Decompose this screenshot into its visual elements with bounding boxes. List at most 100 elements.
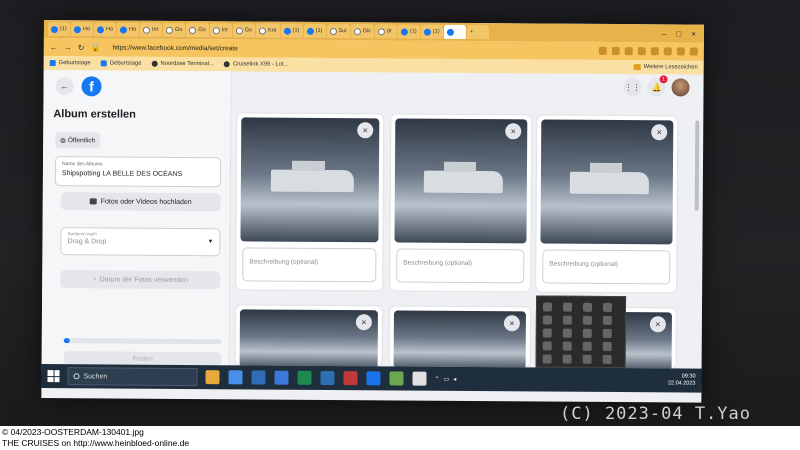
menu-kebab-icon[interactable] (689, 47, 698, 56)
tray-app-icon[interactable] (542, 302, 553, 312)
tray-app-icon[interactable] (562, 302, 573, 312)
browser-tab[interactable]: Glc (350, 24, 374, 39)
upload-label: Fotos oder Videos hochladen (100, 197, 192, 206)
taskbar-app-icon[interactable] (205, 370, 220, 385)
tray-app-icon[interactable] (542, 354, 552, 364)
new-tab-button[interactable]: + (466, 24, 489, 40)
tray-app-icon[interactable] (582, 302, 593, 312)
puzzle-icon[interactable] (663, 47, 672, 56)
browser-tab[interactable]: dr (374, 24, 397, 39)
bookmark-item[interactable]: Geburtstage (100, 60, 142, 67)
browser-tab[interactable]: Ho (93, 22, 117, 37)
album-name-field[interactable]: Name des Albums Shipspotting LA BELLE DE… (54, 156, 222, 188)
taskbar-app-icon[interactable] (228, 370, 243, 385)
clock[interactable]: 09:30 22.04.2023 (668, 374, 696, 387)
bookmark-item[interactable]: Cruiselink X99 - Lot... (223, 61, 289, 68)
url-field[interactable]: https://www.facebook.com/media/set/creat… (112, 44, 237, 52)
taskbar-app-icon[interactable] (389, 371, 404, 386)
volume-icon[interactable]: ◂ (453, 375, 456, 382)
tray-app-icon[interactable] (562, 354, 572, 364)
remove-photo-button[interactable]: × (649, 316, 666, 333)
remove-photo-button[interactable]: × (505, 123, 522, 140)
facebook-icon (306, 27, 314, 35)
other-bookmarks[interactable]: Weitere Lesezeichen (633, 64, 698, 71)
menu-grid-button[interactable]: ⋮⋮ (623, 78, 642, 97)
tray-app-icon[interactable] (562, 328, 572, 338)
browser-tab[interactable]: Int (209, 23, 232, 38)
browser-tab[interactable]: Sul (326, 23, 350, 39)
tray-app-icon[interactable] (602, 302, 613, 312)
reload-icon[interactable]: ↻ (78, 43, 85, 52)
tray-app-icon[interactable] (582, 354, 592, 364)
tray-app-icon[interactable] (542, 341, 552, 351)
taskbar-app-icon[interactable] (297, 370, 312, 385)
taskbar-app-icon[interactable] (412, 371, 427, 386)
avatar[interactable] (671, 78, 690, 97)
taskbar-app-icon[interactable] (274, 370, 289, 385)
browser-tab[interactable]: (1) (397, 24, 420, 39)
bookmark-label: Cruiselink X99 - Lot... (232, 61, 289, 68)
browser-tab[interactable]: (1) (303, 23, 326, 38)
tray-app-icon[interactable] (542, 315, 552, 325)
tray-app-icon[interactable] (602, 315, 612, 325)
remove-photo-button[interactable]: × (357, 122, 374, 139)
windows-start-icon[interactable] (47, 370, 60, 383)
sort-select[interactable]: Sortieren nach Drag & Drop ▼ (60, 227, 221, 257)
browser-tab[interactable]: (1) (280, 23, 303, 38)
remove-photo-button[interactable]: × (651, 124, 668, 141)
tray-app-icon[interactable] (602, 341, 612, 351)
taskbar-app-icon[interactable] (366, 371, 381, 386)
taskbar-search[interactable]: Suchen (67, 367, 198, 387)
browser-tab[interactable]: Go (232, 23, 256, 38)
minimize-icon[interactable]: – (662, 29, 667, 38)
taskbar-app-icon[interactable] (251, 370, 266, 385)
forward-arrow-icon[interactable]: → (64, 43, 72, 52)
description-input[interactable]: Beschreibung (optional) (242, 247, 377, 283)
network-icon[interactable]: ▭ (444, 375, 450, 382)
tray-app-icon[interactable] (562, 341, 572, 351)
bookmark-star-icon[interactable] (611, 46, 620, 56)
share-icon[interactable] (598, 46, 607, 55)
tray-app-icon[interactable] (542, 328, 552, 338)
notifications-button[interactable]: 🔔 1 (647, 75, 668, 97)
remove-photo-button[interactable]: × (355, 314, 372, 331)
chevron-up-icon[interactable]: ⌃ (434, 375, 439, 382)
description-input[interactable]: Beschreibung (optional) (396, 248, 525, 284)
browser-tab[interactable]: Int (139, 22, 163, 37)
taskbar-app-icon[interactable] (320, 370, 335, 386)
browser-tab[interactable]: Go (186, 22, 209, 38)
bookmark-item[interactable]: Noordzee Terminal... (151, 60, 214, 67)
bookmark-item[interactable]: Geburtstage (49, 60, 91, 66)
tray-app-icon[interactable] (562, 315, 572, 325)
tab-label: Go (198, 27, 206, 34)
browser-tab[interactable]: (1) (420, 24, 443, 39)
browser-tab[interactable]: Kre (256, 23, 280, 38)
extension-icon[interactable] (650, 47, 659, 56)
tray-app-icon[interactable] (602, 354, 612, 364)
description-input[interactable]: Beschreibung (optional) (542, 249, 671, 285)
profile-icon[interactable] (676, 47, 685, 56)
back-button[interactable]: ← (55, 77, 74, 96)
remove-photo-button[interactable]: × (503, 315, 520, 332)
new-tab-label: + (469, 28, 474, 35)
privacy-button[interactable]: ◍ Öffentlich (55, 132, 101, 149)
browser-tab[interactable]: Go (162, 22, 186, 37)
browser-tab[interactable]: Ho (116, 22, 140, 37)
browser-tab[interactable] (443, 24, 466, 39)
browser-tab[interactable]: Ho (70, 22, 94, 37)
extension-icon[interactable] (637, 47, 646, 56)
tray-app-icon[interactable] (602, 328, 612, 338)
use-photo-dates-button[interactable]: ◔ Datum der Fotos verwenden (60, 270, 221, 290)
extension-icon[interactable] (624, 47, 633, 56)
scrollbar[interactable] (694, 120, 700, 211)
maximize-icon[interactable]: □ (676, 29, 681, 38)
taskbar-app-icon[interactable] (343, 371, 358, 386)
tray-app-icon[interactable] (582, 341, 592, 351)
facebook-logo-icon[interactable]: f (81, 76, 102, 97)
browser-tab[interactable]: (1) (47, 22, 70, 37)
upload-button[interactable]: Fotos oder Videos hochladen (60, 192, 221, 212)
tray-app-icon[interactable] (582, 328, 592, 338)
back-arrow-icon[interactable]: ← (50, 43, 58, 52)
tray-app-icon[interactable] (582, 315, 592, 325)
close-window-icon[interactable]: × (691, 29, 696, 38)
